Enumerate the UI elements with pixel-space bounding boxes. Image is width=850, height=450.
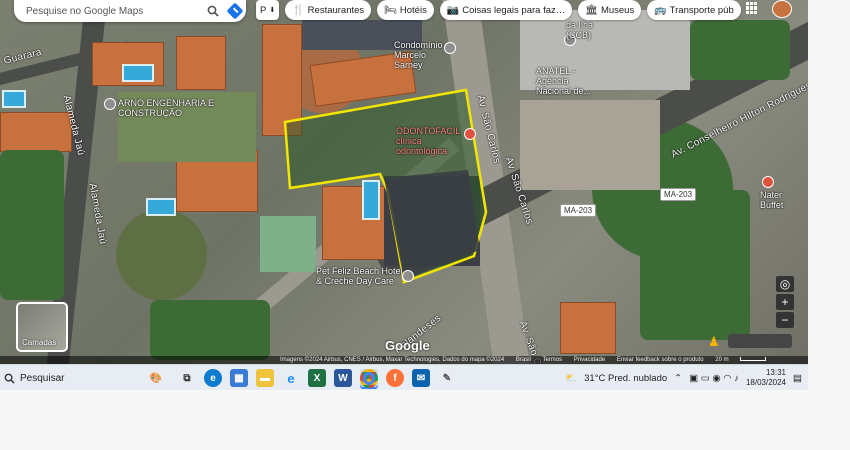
road-shield-ma-203: MA-203: [660, 188, 697, 201]
edge-icon[interactable]: e: [204, 369, 222, 387]
mail-icon[interactable]: ✉: [412, 369, 430, 387]
chrome-icon[interactable]: [360, 368, 378, 388]
system-tray: ⛅ 31°C Pred. nublado ⌃ ▣ ▭ ◉ ◠ ♪ 13:31 1…: [565, 368, 808, 388]
satellite-map[interactable]: Guarara Alameda Jaú Alameda Jaú Av. São …: [0, 0, 808, 364]
parking-icon[interactable]: P ⬇: [256, 0, 280, 20]
notifications-icon[interactable]: ▤: [793, 373, 802, 384]
search-icon: [4, 373, 15, 384]
taskbar-search[interactable]: Pesquisar 🎨: [0, 373, 170, 384]
taskbar-search-label: Pesquisar: [20, 372, 65, 384]
poi-label-pet-feliz[interactable]: Pet Feliz Beach Hotel & Creche Day Care: [316, 266, 404, 286]
poi-pin[interactable]: [444, 42, 456, 54]
attribution-text: Imagens ©2024 Airbus, CNES / Airbus, Max…: [280, 357, 505, 363]
imagery-thumbnails[interactable]: [728, 334, 792, 348]
camera-icon: 📷: [446, 4, 460, 16]
road-shield-ma-203: MA-203: [560, 204, 597, 217]
zoom-out-button[interactable]: −: [776, 312, 794, 328]
weather-icon[interactable]: ⛅: [565, 373, 577, 384]
task-view-icon[interactable]: ⧉: [178, 369, 196, 387]
screen: Guarara Alameda Jaú Alameda Jaú Av. São …: [0, 0, 808, 390]
link-brasil[interactable]: Brasil: [516, 357, 531, 363]
taskbar: Pesquisar 🎨 ⧉ e ▦ ▬ e X W f ✉ ✎ ⛅ 31°C P…: [0, 364, 808, 390]
link-termos[interactable]: Termos: [542, 357, 562, 363]
search-box[interactable]: Pesquise no Google Maps: [14, 0, 246, 22]
file-explorer-icon[interactable]: ▬: [256, 369, 274, 387]
poi-label-nater[interactable]: Nater Buffet: [760, 190, 806, 210]
search-icon[interactable]: [202, 0, 224, 22]
search-placeholder: Pesquise no Google Maps: [26, 5, 144, 17]
link-feedback[interactable]: Enviar feedback sobre o produto: [617, 357, 704, 363]
zoom-in-button[interactable]: +: [776, 294, 794, 310]
store-icon[interactable]: ▦: [230, 369, 248, 387]
attribution-bar: Imagens ©2024 Airbus, CNES / Airbus, Max…: [0, 356, 808, 364]
directions-icon[interactable]: [224, 0, 246, 22]
poi-pin-restaurant[interactable]: [762, 176, 774, 188]
clock-time: 13:31: [765, 368, 787, 377]
poi-label-condominio[interactable]: Condomínio Marcelo Sarney: [394, 40, 444, 70]
bus-icon: 🚌: [654, 4, 667, 16]
excel-icon[interactable]: X: [308, 369, 326, 387]
category-chips: P ⬇ 🍴 Restaurantes 🛏 Hotéis 📷 Coisas legais …: [256, 0, 741, 20]
poi-label-odontofacil[interactable]: ODONTOFACIL clínica odontológica: [396, 126, 466, 156]
chip-hoteis[interactable]: 🛏 Hotéis: [377, 0, 434, 20]
poi-label-anatel[interactable]: ANATEL - Agência Nacional de...: [536, 66, 606, 96]
layers-label: Camadas: [22, 338, 57, 347]
poi-label-arno[interactable]: ARNO ENGENHARIA E CONSTRUÇÃO: [118, 98, 218, 118]
clock[interactable]: 13:31 18/03/2024: [746, 368, 786, 388]
taskbar-apps: ⧉ e ▦ ▬ e X W f ✉ ✎: [178, 368, 456, 388]
chip-transporte[interactable]: 🚌 Transporte púb: [647, 0, 741, 20]
clock-date: 18/03/2024: [745, 378, 787, 387]
paint-icon[interactable]: ✎: [438, 369, 456, 387]
bed-icon: 🛏: [384, 4, 397, 16]
poi-label-da-ilha[interactable]: da Ilha (CCB): [566, 20, 616, 40]
fork-knife-icon: 🍴: [292, 4, 305, 16]
tray-icons[interactable]: ▣ ▭ ◉ ◠ ♪: [689, 373, 739, 384]
layers-button[interactable]: Camadas: [16, 302, 68, 352]
scale-bar: [740, 357, 767, 362]
word-icon[interactable]: W: [334, 369, 352, 387]
link-privacidade[interactable]: Privacidade: [574, 357, 605, 363]
google-logo: Google: [385, 338, 430, 353]
chip-restaurantes[interactable]: 🍴 Restaurantes: [285, 0, 372, 20]
avatar[interactable]: [772, 0, 792, 18]
apps-grid-icon[interactable]: [746, 2, 758, 14]
chip-museus[interactable]: 🏛 Museus: [578, 0, 642, 20]
zoom-controls: ◎ + −: [776, 276, 794, 328]
my-location-icon[interactable]: ◎: [776, 276, 794, 292]
chip-coisas-legais[interactable]: 📷 Coisas legais para faz…: [439, 0, 573, 20]
weather-text[interactable]: 31°C Pred. nublado: [584, 373, 667, 384]
pegman-icon[interactable]: ♟: [708, 334, 722, 349]
poi-pin[interactable]: [104, 98, 116, 110]
scale-label: 20 m: [715, 357, 729, 363]
firefox-icon[interactable]: f: [386, 369, 404, 387]
chevron-up-icon[interactable]: ⌃: [674, 373, 682, 384]
search-highlight-icon: 🎨: [149, 372, 162, 384]
internet-explorer-icon[interactable]: e: [282, 369, 300, 387]
museum-icon: 🏛: [585, 4, 598, 16]
